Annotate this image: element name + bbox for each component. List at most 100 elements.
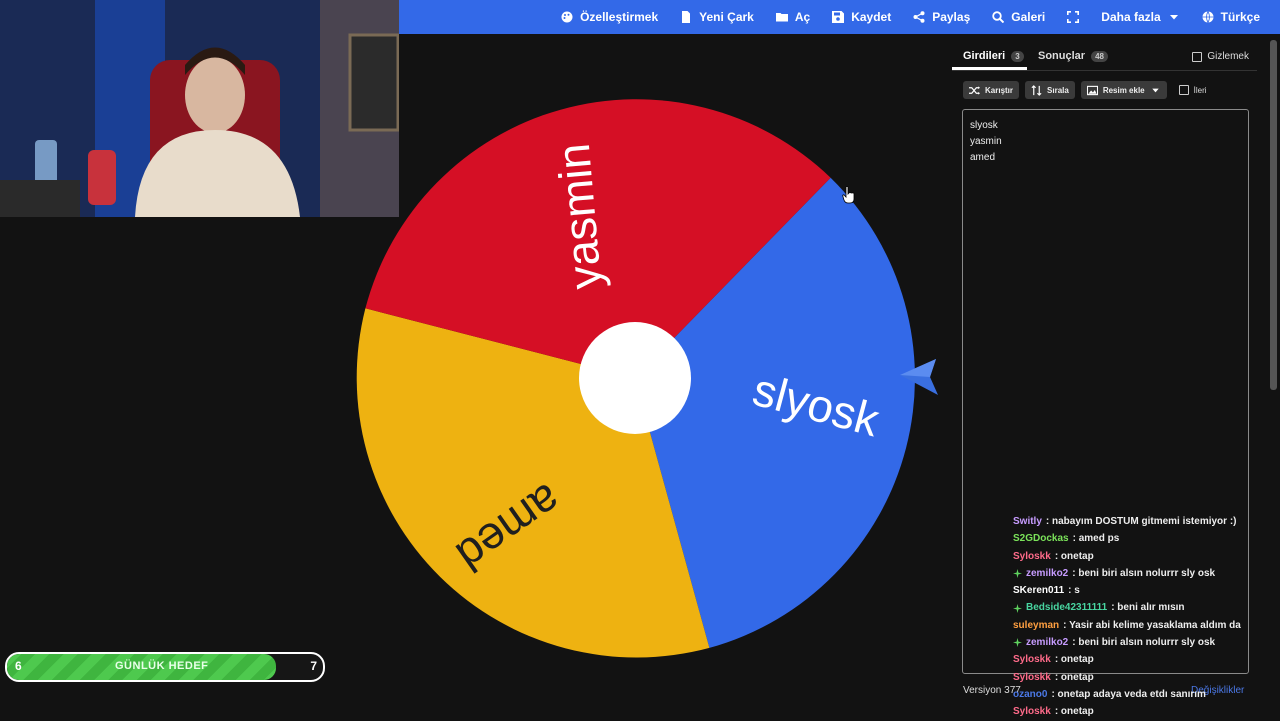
chat-text: : onetap — [1054, 671, 1094, 683]
chat-username: Switly — [1013, 516, 1042, 527]
fullscreen-button[interactable] — [1067, 11, 1080, 23]
advanced-checkbox[interactable]: İleri — [1178, 85, 1207, 95]
chat-text: : amed ps — [1072, 533, 1120, 545]
customize-button[interactable]: Özelleştirmek — [561, 10, 658, 24]
entries-toolbar: Karıştır Sırala Resim ekle İleri — [963, 81, 1207, 99]
chat-text: : beni biri alsın nolurrr sly osk — [1072, 637, 1216, 649]
sub-badge-icon — [1013, 638, 1022, 648]
chat-text: : beni alır mısın — [1111, 602, 1185, 614]
chat-message: Switly: nabayım DOSTUM gitmemi istemiyor… — [1013, 513, 1253, 530]
sort-icon — [1031, 84, 1042, 96]
open-label: Aç — [794, 10, 811, 24]
share-button[interactable]: Paylaş — [913, 10, 970, 24]
chat-username: Bedside42311111 — [1026, 602, 1108, 614]
add-image-label: Resim ekle — [1102, 85, 1145, 95]
folder-icon — [775, 13, 788, 22]
active-tab-indicator — [952, 67, 1027, 70]
chat-message: Bedside42311111: beni alır mısın — [1013, 599, 1253, 616]
chat-message: Syloskk: onetap — [1013, 669, 1253, 686]
chat-username: suleyman — [1013, 619, 1060, 631]
tab-entries-label: Girdileri — [963, 50, 1006, 62]
tab-entries[interactable]: Girdileri 3 — [963, 50, 1024, 62]
language-label: Türkçe — [1220, 10, 1260, 24]
more-menu-button[interactable]: Daha fazla — [1101, 10, 1179, 24]
open-button[interactable]: Aç — [775, 10, 811, 24]
chat-message: zemilko2: beni biri alsın nolurrr sly os… — [1013, 565, 1253, 582]
chat-username: zemilko2 — [1026, 567, 1069, 579]
chat-text: : onetap — [1054, 706, 1094, 718]
shuffle-icon — [969, 85, 980, 95]
tab-results-label: Sonuçlar — [1038, 50, 1086, 62]
file-icon — [682, 11, 691, 23]
chat-text: : onetap adaya veda etdı sanırım — [1051, 688, 1206, 700]
sub-badge-icon — [1013, 569, 1022, 579]
sort-label: Sırala — [1047, 85, 1069, 95]
panel-tabs: Girdileri 3 Sonuçlar 48 Gizlemek — [952, 40, 1257, 71]
sort-button[interactable]: Sırala — [1025, 81, 1075, 99]
tab-results[interactable]: Sonuçlar 48 — [1038, 50, 1108, 62]
entries-count-badge: 3 — [1011, 50, 1024, 62]
top-navbar: Özelleştirmek Yeni Çark Aç Kaydet Paylaş… — [399, 0, 1280, 34]
checkbox-icon — [1192, 51, 1203, 62]
chat-message: ozano0: onetap adaya veda etdı sanırım — [1013, 686, 1253, 703]
chat-message: SKeren011: s — [1013, 582, 1253, 599]
fullscreen-icon — [1067, 11, 1080, 23]
chat-username: Syloskk — [1013, 550, 1051, 562]
page-scrollbar[interactable] — [1270, 40, 1277, 390]
globe-icon — [1202, 11, 1214, 23]
hide-label: Gizlemek — [1207, 51, 1249, 62]
chat-username: Syloskk — [1013, 706, 1051, 718]
checkbox-icon — [1178, 85, 1189, 95]
advanced-label: İleri — [1193, 85, 1207, 95]
goal-label: GÜNLÜK HEDEF — [115, 660, 209, 672]
language-button[interactable]: Türkçe — [1202, 10, 1260, 24]
chat-text: : s — [1068, 585, 1080, 597]
save-button[interactable]: Kaydet — [832, 10, 891, 24]
chat-overlay: Switly: nabayım DOSTUM gitmemi istemiyor… — [1013, 513, 1253, 721]
chat-username: Syloskk — [1013, 671, 1051, 683]
chevron-down-icon — [1169, 15, 1178, 20]
palette-icon — [561, 11, 573, 23]
entry-line: amed — [970, 152, 996, 163]
new-wheel-button[interactable]: Yeni Çark — [680, 10, 754, 24]
chat-username: zemilko2 — [1026, 637, 1069, 649]
wheel-center — [579, 322, 691, 434]
chat-message: zemilko2: beni biri alsın nolurrr sly os… — [1013, 634, 1253, 651]
chat-text: : nabayım DOSTUM gitmemi istemiyor :) — [1045, 516, 1237, 527]
save-label: Kaydet — [851, 10, 892, 24]
sub-badge-icon — [1013, 603, 1022, 613]
entry-line: yasmin — [970, 136, 1002, 147]
shuffle-label: Karıştır — [985, 85, 1014, 95]
webcam-overlay — [0, 0, 399, 217]
add-image-button[interactable]: Resim ekle — [1080, 81, 1167, 99]
chat-text: : beni biri alsın nolurrr sly osk — [1072, 567, 1216, 579]
wheel-pointer-icon — [898, 358, 940, 403]
shuffle-button[interactable]: Karıştır — [963, 81, 1020, 99]
chevron-down-icon — [1151, 88, 1159, 92]
chat-message: Syloskk: onetap — [1013, 548, 1253, 565]
gallery-label: Galeri — [1011, 10, 1046, 24]
results-count-badge: 48 — [1091, 50, 1108, 62]
spin-wheel[interactable]: slyosk amed yasmin — [350, 95, 950, 665]
chat-message: Syloskk: onetap — [1013, 703, 1253, 720]
chat-text: : onetap — [1054, 654, 1094, 666]
chat-text: : Yasir abi kelime yasaklama aldım da — [1063, 619, 1241, 631]
new-wheel-label: Yeni Çark — [699, 10, 754, 24]
image-icon — [1086, 85, 1098, 95]
chat-text: : onetap — [1054, 550, 1094, 562]
chat-message: suleyman: Yasir abi kelime yasaklama ald… — [1013, 617, 1253, 634]
save-icon — [832, 11, 845, 23]
hide-checkbox[interactable]: Gizlemek — [1192, 51, 1249, 62]
customize-label: Özelleştirmek — [580, 10, 659, 24]
daily-goal-bar: 6 GÜNLÜK HEDEF 7 — [5, 652, 325, 682]
chat-message: S2GDockas: amed ps — [1013, 530, 1253, 547]
hand-cursor-icon — [842, 186, 856, 209]
gallery-button[interactable]: Galeri — [992, 10, 1045, 24]
share-label: Paylaş — [932, 10, 971, 24]
more-label: Daha fazla — [1101, 10, 1161, 24]
chat-username: S2GDockas — [1013, 533, 1069, 545]
chat-message: Syloskk: onetap — [1013, 651, 1253, 668]
chat-username: ozano0 — [1013, 688, 1048, 700]
goal-target: 7 — [310, 659, 317, 673]
goal-current: 6 — [15, 659, 22, 673]
